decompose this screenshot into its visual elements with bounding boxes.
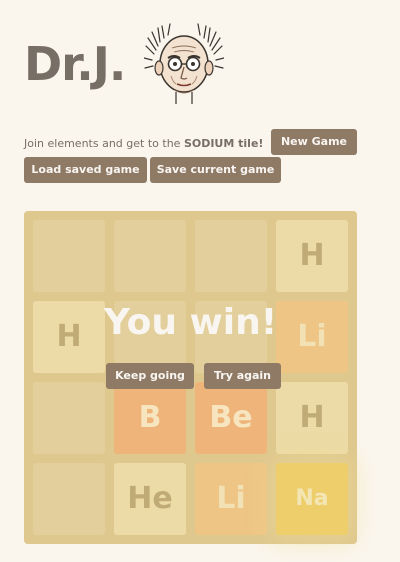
intro-text: Join elements and get to the SODIUM tile… bbox=[24, 137, 263, 151]
intro-highlight: SODIUM tile! bbox=[183, 137, 264, 150]
doctor-portrait-icon bbox=[144, 23, 224, 104]
game-title: Dr.J. bbox=[24, 37, 126, 91]
keep-going-button[interactable]: Keep going bbox=[106, 363, 194, 389]
load-saved-game-button[interactable]: Load saved game bbox=[24, 157, 147, 183]
intro-lead: Join elements and get to the bbox=[24, 137, 181, 150]
win-message: You win! bbox=[103, 302, 278, 343]
game-board: H H Li B Be H He Li Na You win! Keep going Try a… bbox=[24, 211, 357, 544]
save-current-game-button[interactable]: Save current game bbox=[150, 157, 281, 183]
game-page: Dr.J. Join elements and get to the SODIU… bbox=[0, 0, 400, 562]
win-overlay: You win! Keep going Try again bbox=[24, 211, 357, 544]
new-game-button[interactable]: New Game bbox=[271, 129, 357, 155]
try-again-button[interactable]: Try again bbox=[204, 363, 281, 389]
